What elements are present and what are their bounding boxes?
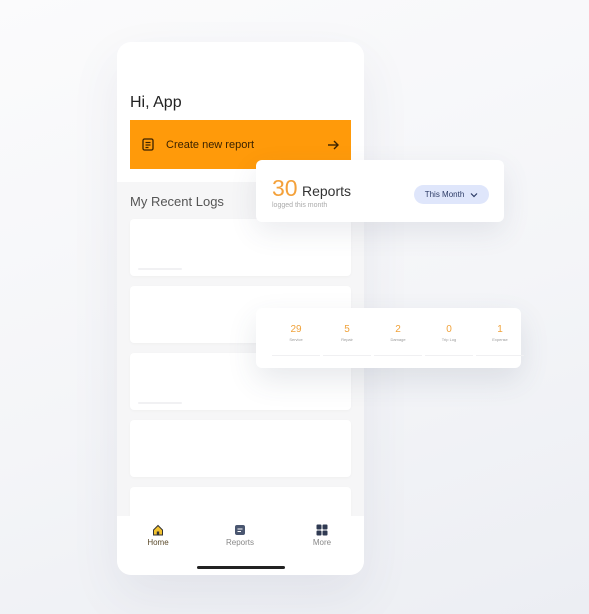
grid-icon (316, 524, 328, 536)
chevron-down-icon (470, 192, 478, 197)
home-indicator (197, 566, 285, 569)
reports-summary-card: 30 Reports logged this month This Month (256, 160, 504, 222)
recent-logs-title: My Recent Logs (130, 194, 224, 209)
stat-value: 2 (395, 324, 401, 335)
stat-label: Repair (341, 337, 353, 342)
stat-damage[interactable]: 2 Damage (374, 324, 422, 356)
stat-label: Expense (492, 337, 508, 342)
stat-expense[interactable]: 1 Expense (476, 324, 524, 356)
stat-value: 1 (497, 324, 503, 335)
bottom-tab-bar: Home Reports More (117, 516, 364, 575)
stat-service[interactable]: 29 Service (272, 324, 320, 356)
home-icon (153, 524, 163, 536)
tab-reports[interactable]: Reports (215, 524, 265, 547)
period-dropdown[interactable]: This Month (414, 185, 489, 204)
stat-label: Damage (390, 337, 406, 342)
stat-label: Trip Log (441, 337, 457, 342)
reports-subtitle: logged this month (272, 202, 328, 209)
report-stats-card: 29 Service 5 Repair 2 Damage 0 Trip Log … (256, 308, 524, 368)
document-icon (142, 138, 154, 151)
tab-more[interactable]: More (297, 524, 347, 547)
tab-more-label: More (312, 538, 332, 547)
log-placeholder-line (138, 268, 182, 270)
create-report-label: Create new report (166, 138, 255, 151)
stat-trip-log[interactable]: 0 Trip Log (425, 324, 473, 356)
stat-repair[interactable]: 5 Repair (323, 324, 371, 356)
arrow-right-icon (328, 140, 339, 149)
tab-home-label: Home (147, 538, 169, 547)
tab-reports-label: Reports (225, 538, 254, 547)
stat-value: 0 (446, 324, 452, 335)
reports-count: 30 (272, 175, 298, 201)
reports-unit: Reports (302, 183, 352, 199)
stat-value: 5 (344, 324, 350, 335)
log-card[interactable] (130, 219, 351, 276)
stat-label: Service (289, 337, 303, 342)
greeting: Hi, App (130, 94, 182, 111)
tab-home[interactable]: Home (133, 524, 183, 547)
stat-value: 29 (290, 324, 302, 335)
period-label: This Month (424, 190, 465, 199)
log-card[interactable] (130, 420, 351, 477)
log-placeholder-line (138, 402, 182, 404)
reports-icon (235, 525, 245, 535)
